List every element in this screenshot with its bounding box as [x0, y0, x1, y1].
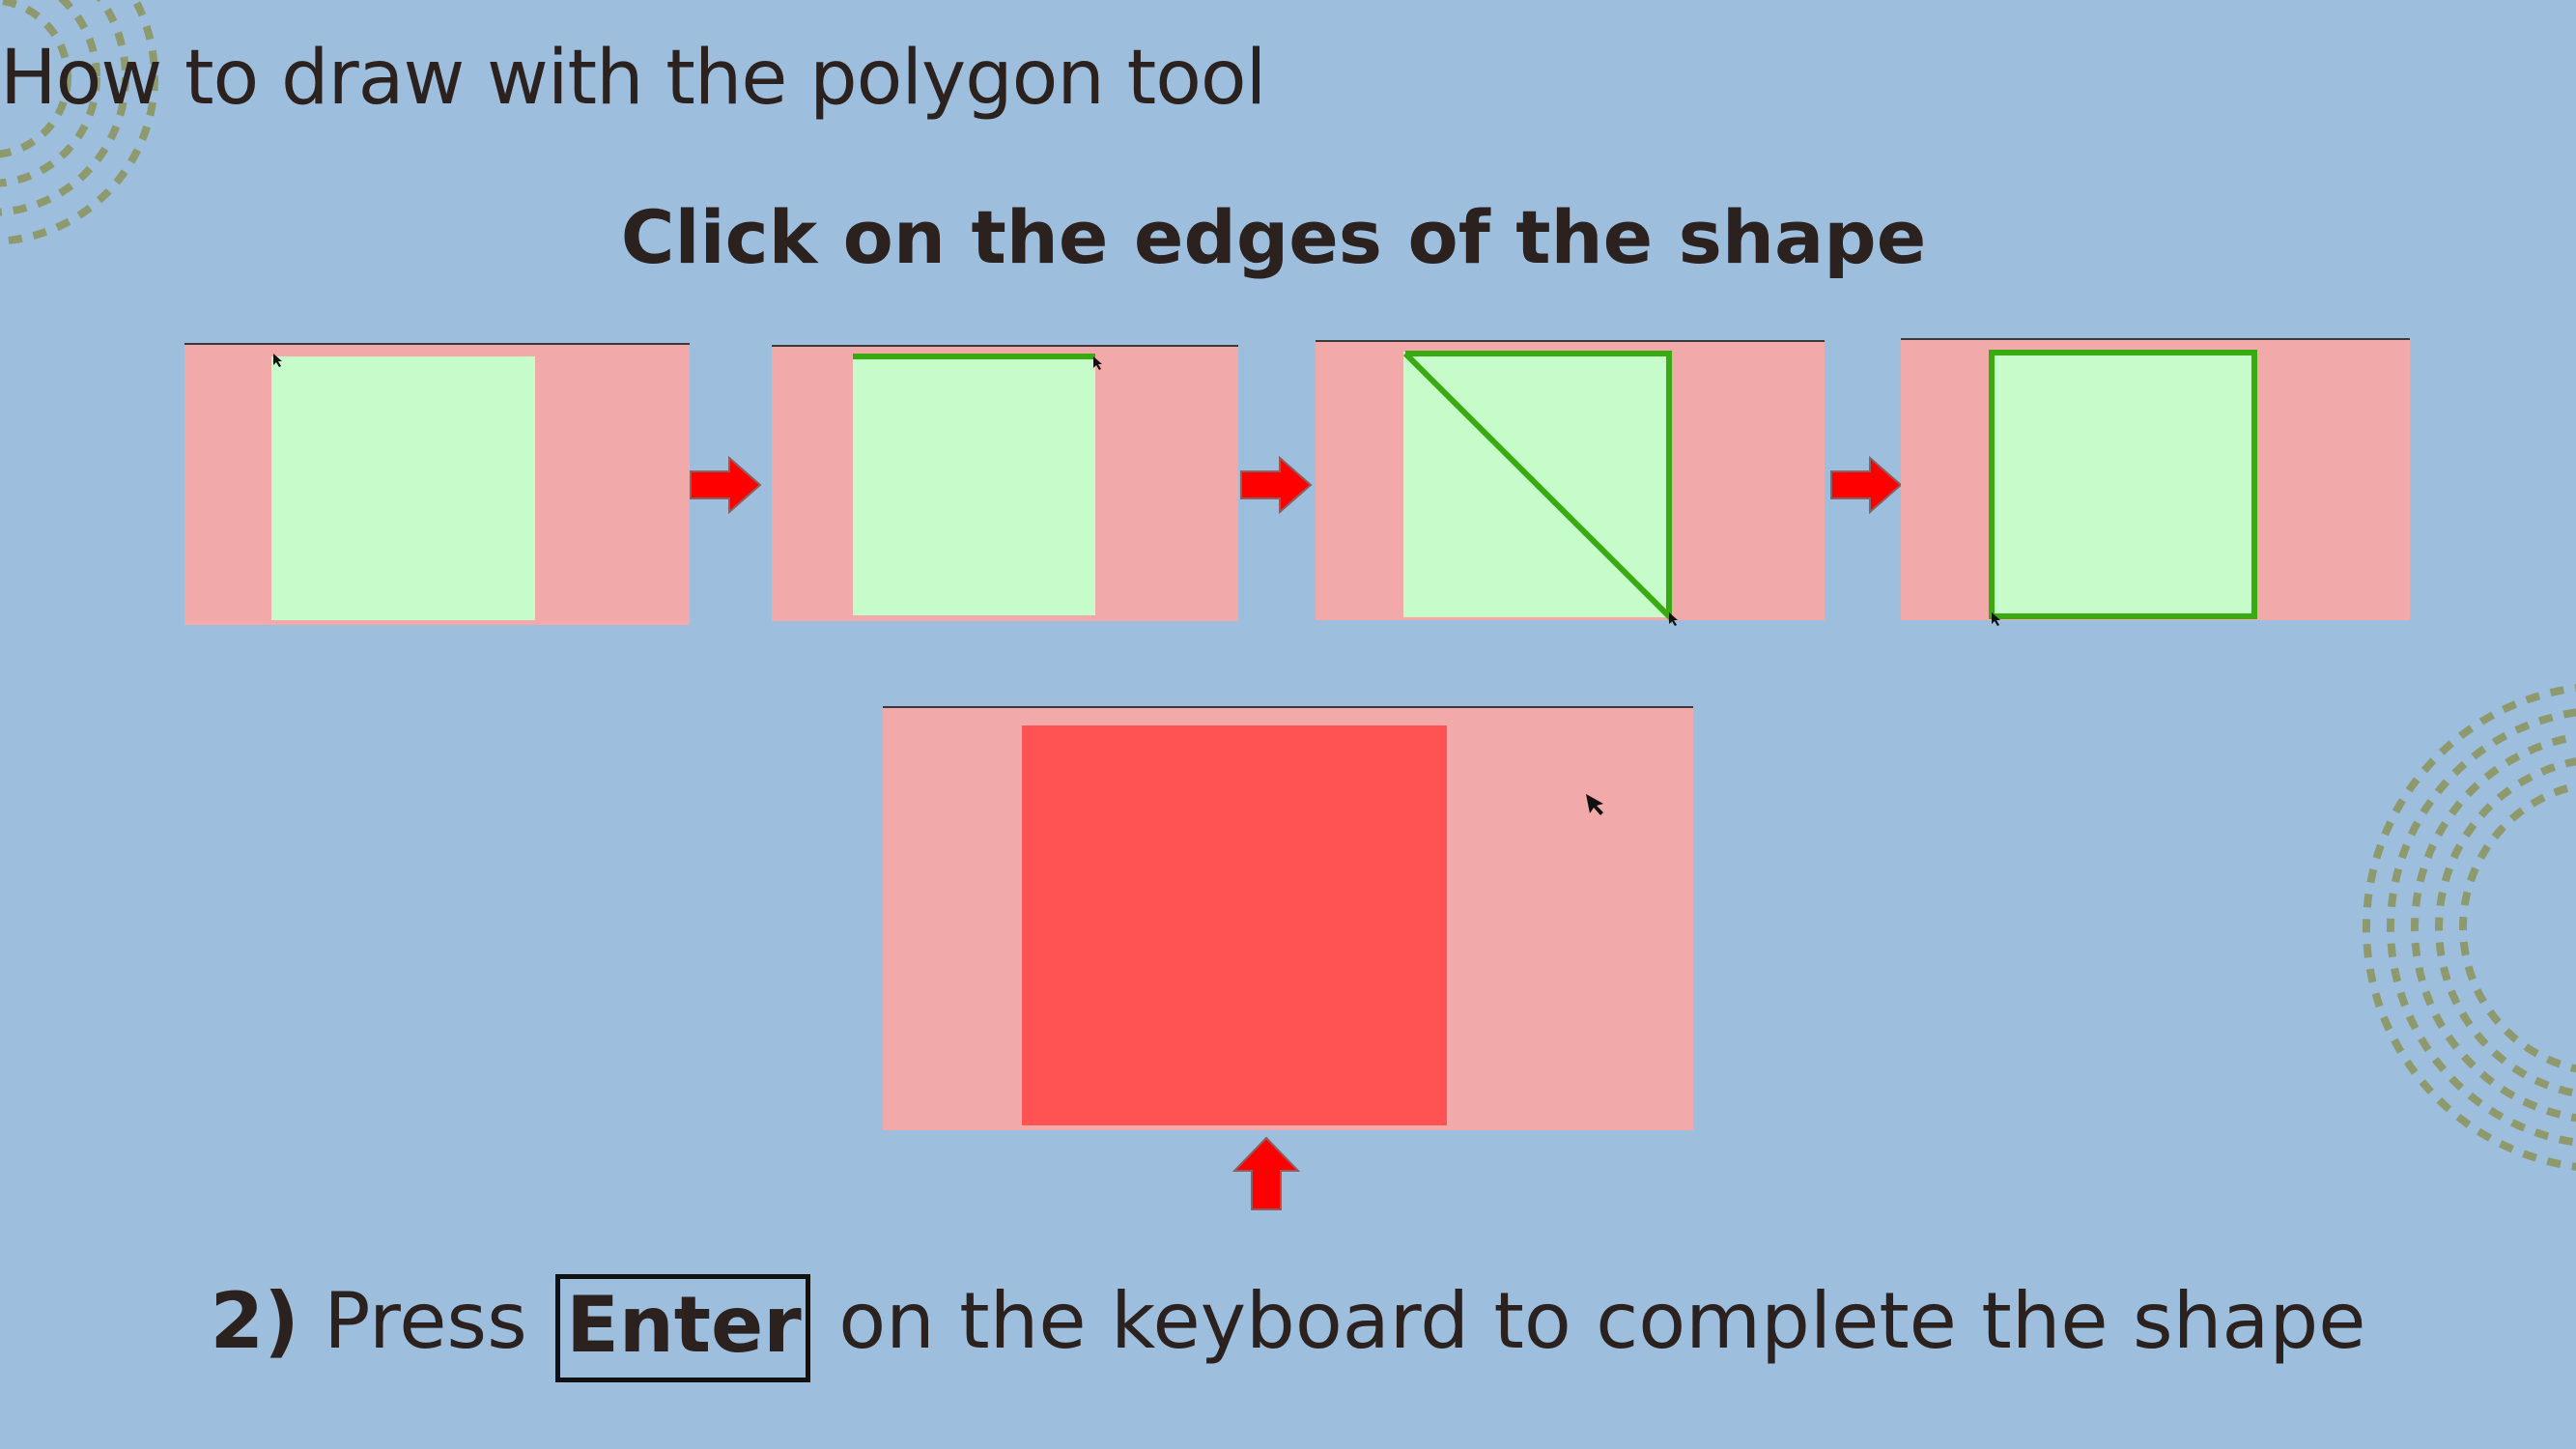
instruction-line: 2) Press Enter on the keyboard to comple…	[0, 1270, 2576, 1382]
enter-key-label: Enter	[555, 1274, 810, 1382]
step-panel-4	[1901, 338, 2410, 626]
step-number: 2)	[210, 1276, 299, 1366]
page-title: How to draw with the polygon tool	[0, 35, 1266, 122]
step-panel-3	[1316, 340, 1825, 626]
cursor-arrow-icon	[1093, 356, 1102, 370]
polygon-outline	[1989, 350, 2257, 626]
step-heading: Click on the edges of the shape	[0, 201, 2576, 274]
step-panel-2	[772, 345, 1238, 621]
step-heading-text: Click on the edges of the shape	[620, 194, 1927, 280]
completed-shape-panel	[883, 706, 1693, 1130]
right-arrow-icon	[1830, 456, 1903, 514]
right-arrow-icon	[1240, 456, 1313, 514]
polygon-outline	[853, 354, 1102, 370]
cursor-arrow-icon	[273, 354, 282, 367]
instruction-text-after: on the keyboard to complete the shape	[838, 1276, 2366, 1366]
polygon-outline	[1402, 351, 1678, 626]
up-arrow-icon	[1232, 1136, 1300, 1210]
right-arrow-icon	[690, 456, 762, 514]
instruction-text-before: Press	[324, 1276, 527, 1366]
step-panel-1	[184, 343, 690, 625]
cursor-arrow-icon	[1669, 612, 1678, 626]
cursor-arrow-icon	[1586, 794, 1603, 815]
